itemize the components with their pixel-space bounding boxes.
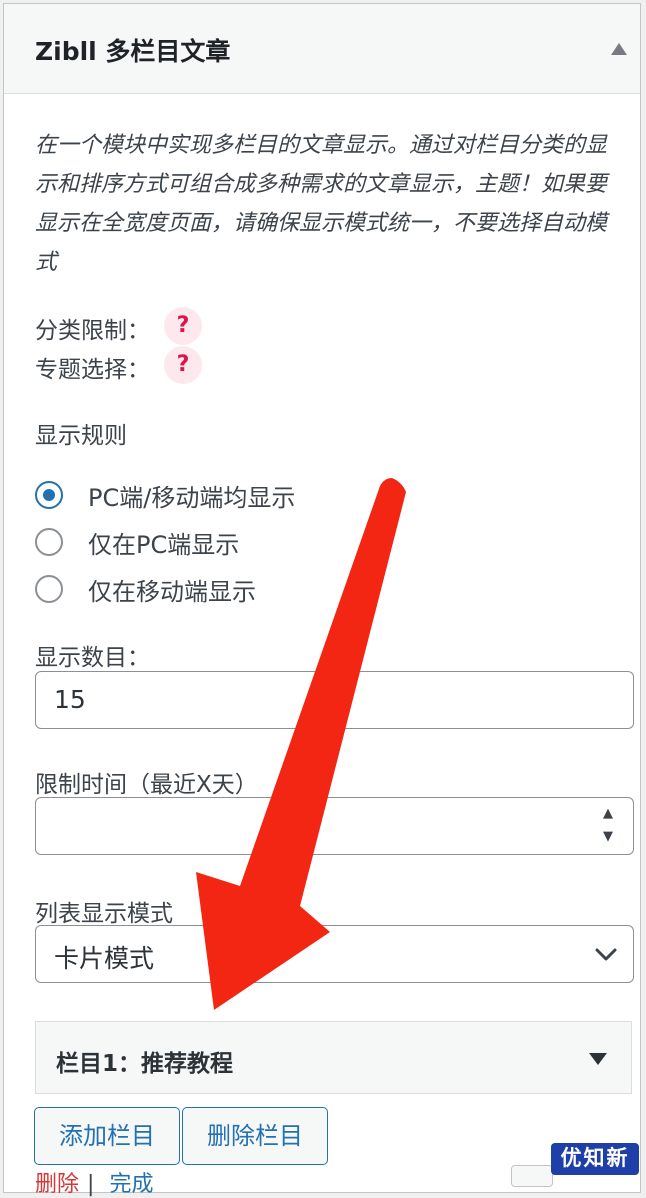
widget-description: 在一个模块中实现多栏目的文章显示。通过对栏目分类的显示和排序方式可组合成多种需求… bbox=[35, 133, 608, 275]
spin-down-icon[interactable]: ▼ bbox=[603, 829, 613, 844]
widget-panel: Zibll 多栏目文章 在一个模块中实现多栏目的文章显示。通过对栏目分类的显示和… bbox=[3, 3, 641, 1197]
add-column-button[interactable]: 添加栏目 bbox=[34, 1107, 180, 1165]
list-mode-select[interactable]: 卡片模式 bbox=[35, 925, 634, 983]
category-limit-label: 分类限制： bbox=[35, 318, 150, 344]
save-button[interactable] bbox=[511, 1165, 553, 1187]
time-limit-label: 限制时间（最近X天） bbox=[35, 772, 258, 798]
widget-header[interactable]: Zibll 多栏目文章 bbox=[4, 4, 640, 94]
topic-select-label: 专题选择： bbox=[35, 357, 150, 383]
radio-label: 仅在PC端显示 bbox=[88, 531, 240, 559]
radio-button-checked[interactable] bbox=[35, 481, 63, 509]
spin-up-icon[interactable]: ▲ bbox=[603, 806, 613, 821]
list-mode-value: 卡片模式 bbox=[54, 944, 155, 973]
radio-label: 仅在移动端显示 bbox=[88, 578, 256, 606]
radio-button[interactable] bbox=[35, 528, 63, 556]
expand-arrow-icon[interactable] bbox=[588, 1052, 608, 1066]
radio-label: PC端/移动端均显示 bbox=[88, 484, 296, 512]
widget-title: Zibll 多栏目文章 bbox=[35, 37, 231, 66]
count-value: 15 bbox=[54, 685, 86, 714]
list-mode-label: 列表显示模式 bbox=[35, 901, 173, 927]
footer-separator: | bbox=[87, 1172, 95, 1197]
column-1-header[interactable]: 栏目1：推荐教程 bbox=[35, 1021, 632, 1094]
widget-footer-links: 删除 | 完成 bbox=[35, 1166, 161, 1198]
count-label: 显示数目： bbox=[35, 645, 150, 671]
radio-button[interactable] bbox=[35, 575, 63, 603]
delete-link[interactable]: 删除 bbox=[35, 1172, 79, 1197]
display-rule-label: 显示规则 bbox=[35, 423, 127, 449]
done-link[interactable]: 完成 bbox=[109, 1172, 153, 1197]
count-input[interactable]: 15 bbox=[35, 671, 634, 729]
column-1-title: 栏目1：推荐教程 bbox=[56, 1051, 234, 1077]
watermark-logo: 优知新 bbox=[551, 1143, 639, 1175]
time-limit-input[interactable]: ▲ ▼ bbox=[35, 797, 634, 855]
chevron-down-icon bbox=[595, 948, 617, 961]
collapse-arrow-icon[interactable] bbox=[610, 42, 628, 56]
topic-help-icon[interactable]: ? bbox=[164, 346, 202, 384]
category-help-icon[interactable]: ? bbox=[164, 307, 202, 345]
delete-column-button[interactable]: 删除栏目 bbox=[182, 1107, 328, 1165]
